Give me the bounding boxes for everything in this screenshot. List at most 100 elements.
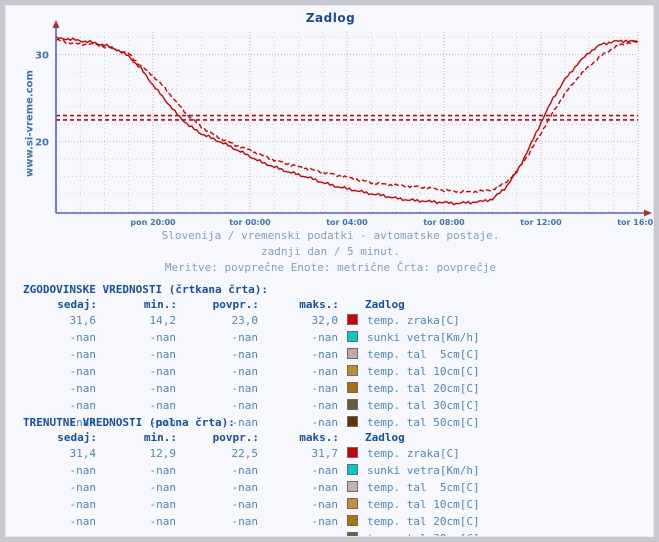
cell-maks: 31,7: [311, 447, 339, 460]
table-header-row: sedaj: min.: povpr.: maks.: Zadlog: [23, 430, 481, 445]
cell-sedaj: -nan: [69, 515, 97, 528]
cell-min: -nan: [149, 464, 177, 477]
svg-text:20: 20: [35, 138, 49, 149]
header-swatch: [339, 430, 365, 445]
cell-min: 12,9: [149, 447, 177, 460]
legend-color-swatch: [339, 496, 365, 513]
cell-sedaj: -nan: [69, 348, 97, 361]
svg-text:tor 00:00: tor 00:00: [229, 218, 271, 227]
cell-sedaj: -nan: [69, 331, 97, 344]
header-min: min.:: [143, 298, 177, 311]
header-povpr: povpr.:: [212, 431, 259, 444]
color-swatch-icon: [346, 314, 358, 325]
chart-axes: [52, 20, 652, 217]
header-povpr: povpr.:: [212, 298, 259, 311]
legend-color-swatch: [339, 462, 365, 479]
color-swatch-icon: [346, 348, 358, 359]
cell-min: -nan: [149, 382, 177, 395]
legend-series-label: temp. tal 10cm[C]: [367, 498, 480, 511]
legend-color-swatch: [339, 380, 365, 397]
caption-line-1: Slovenija / vremenski podatki - avtomats…: [161, 229, 500, 242]
cell-povpr: -nan: [231, 498, 259, 511]
table-row: 31,6 14,2 23,0 32,0 temp. zraka[C]: [23, 312, 481, 329]
header-station: Zadlog: [365, 298, 405, 311]
cell-maks: -nan: [311, 382, 339, 395]
legend-series-label: temp. zraka[C]: [367, 447, 460, 460]
legend-color-swatch: [339, 312, 365, 329]
historical-values-grid: sedaj: min.: povpr.: maks.: Zadlog 31,6 1…: [23, 297, 481, 431]
current-values-table: TRENUTNE VREDNOSTI (polna črta): sedaj: …: [23, 415, 643, 536]
cell-maks: -nan: [311, 464, 339, 477]
legend-color-swatch: [339, 397, 365, 414]
cell-sedaj: -nan: [69, 382, 97, 395]
header-min: min.:: [143, 431, 177, 444]
cell-min: -nan: [149, 515, 177, 528]
svg-text:tor 12:00: tor 12:00: [520, 218, 562, 227]
cell-maks: -nan: [311, 365, 339, 378]
cell-maks: -nan: [311, 498, 339, 511]
svg-text:30: 30: [35, 51, 49, 62]
cell-sedaj: 31,4: [69, 447, 97, 460]
header-station: Zadlog: [365, 431, 405, 444]
table-row: -nan-nan-nan-nantemp. tal 30cm[C]: [23, 530, 481, 536]
legend-color-swatch: [339, 479, 365, 496]
chart-caption: Slovenija / vremenski podatki - avtomats…: [6, 228, 653, 276]
table-header-row: sedaj: min.: povpr.: maks.: Zadlog: [23, 297, 481, 312]
chart-plot-area: 20 30 pon 20:00 tor 00:00 tor 04:00 tor 08:00…: [6, 6, 654, 231]
cell-povpr: -nan: [231, 399, 259, 412]
legend-series-label: sunki vetra[Km/h]: [367, 331, 480, 344]
cell-min: -nan: [97, 530, 177, 536]
cell-povpr: -nan: [231, 515, 259, 528]
historical-table-body: 31,6 14,2 23,0 32,0 temp. zraka[C] -nan -nan -n…: [23, 312, 481, 431]
legend-series-label: temp. tal 10cm[C]: [367, 365, 480, 378]
header-sedaj: sedaj:: [57, 431, 97, 444]
cell-povpr: 23,0: [231, 314, 259, 327]
legend-color-swatch: [339, 445, 365, 462]
color-swatch-icon: [346, 515, 358, 526]
header-swatch: [339, 297, 365, 312]
cell-povpr: -nan: [231, 331, 259, 344]
cell-povpr: -nan: [231, 481, 259, 494]
current-values-grid: sedaj: min.: povpr.: maks.: Zadlog 31,4 1…: [23, 430, 481, 536]
color-swatch-icon: [346, 481, 358, 492]
cell-povpr: -nan: [231, 382, 259, 395]
current-table-body: 31,4 12,9 22,5 31,7 temp. zraka[C] -nan -nan -n…: [23, 445, 481, 536]
svg-text:pon 20:00: pon 20:00: [130, 218, 176, 227]
table-row: -nan -nan -nan -nan temp. tal 10cm[C]: [23, 496, 481, 513]
page-root: Zadlog www.si-vreme.com 20 30 pon 20:00 tor…: [5, 5, 654, 537]
cell-povpr: 22,5: [231, 447, 259, 460]
cell-maks: -nan: [311, 481, 339, 494]
cell-sedaj: -nan: [69, 498, 97, 511]
cell-min: -nan: [149, 399, 177, 412]
color-swatch-icon: [346, 464, 358, 475]
svg-text:tor 16:00: tor 16:00: [617, 218, 654, 227]
legend-series-label: temp. zraka[C]: [367, 314, 460, 327]
legend-color-swatch: [339, 346, 365, 363]
cell-maks: -nan: [259, 530, 339, 536]
cell-maks: -nan: [311, 331, 339, 344]
cell-povpr: -nan: [231, 464, 259, 477]
table-row: -nan -nan -nan -nan temp. tal 5cm[C]: [23, 479, 481, 496]
legend-color-swatch: [339, 363, 365, 380]
chart-tick-labels: 20 30 pon 20:00 tor 00:00 tor 04:00 tor 08:00…: [35, 51, 654, 227]
historical-values-table: ZGODOVINSKE VREDNOSTI (črtkana črta): se…: [23, 282, 643, 431]
legend-series-label: temp. tal 20cm[C]: [367, 382, 480, 395]
cell-sedaj: 31,6: [69, 314, 97, 327]
caption-line-3: Meritve: povprečne Enote: metrične Črta:…: [164, 261, 497, 274]
table-row: 31,4 12,9 22,5 31,7 temp. zraka[C]: [23, 445, 481, 462]
cell-sedaj: -nan: [69, 365, 97, 378]
table-row: -nan -nan -nan -nan sunki vetra[Km/h]: [23, 329, 481, 346]
legend-series-label: temp. tal 20cm[C]: [367, 515, 480, 528]
color-swatch-icon: [346, 399, 358, 410]
cell-sedaj: -nan: [69, 464, 97, 477]
cell-min: -nan: [149, 348, 177, 361]
cell-min: -nan: [149, 331, 177, 344]
color-swatch-icon: [346, 498, 358, 509]
legend-series-label: temp. tal 5cm[C]: [367, 481, 480, 494]
table-row: -nan -nan -nan -nan temp. tal 20cm[C]: [23, 513, 481, 530]
header-maks: maks.:: [299, 431, 339, 444]
color-swatch-icon: [346, 382, 358, 393]
current-table-title: TRENUTNE VREDNOSTI (polna črta):: [23, 416, 235, 429]
cell-min: -nan: [149, 365, 177, 378]
cell-sedaj: -nan: [69, 481, 97, 494]
